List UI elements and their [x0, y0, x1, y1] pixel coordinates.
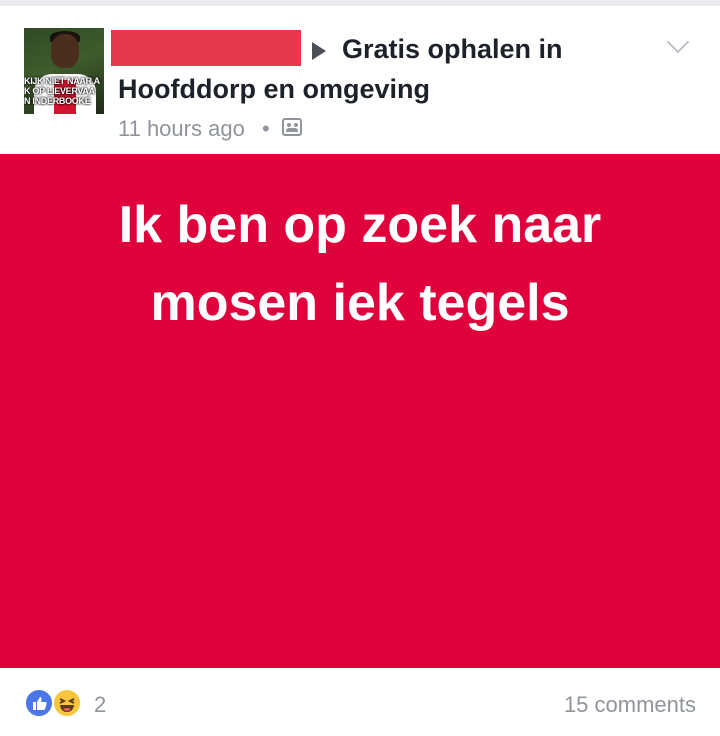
redacted-author-name[interactable]	[111, 30, 301, 66]
comments-count[interactable]: 15 comments	[564, 692, 696, 718]
haha-icon[interactable]	[52, 688, 82, 718]
avatar-caption-line: K OP LIEVERVAA	[24, 86, 95, 96]
group-name-line2[interactable]: Hoofddorp en omgeving	[118, 74, 430, 105]
post-text: Ik ben op zoek naar mosen iek tegels	[0, 186, 720, 342]
like-icon[interactable]	[24, 688, 54, 718]
post-timestamp[interactable]: 11 hours ago	[118, 116, 245, 142]
chevron-down-icon[interactable]	[666, 30, 690, 54]
avatar-face	[51, 34, 79, 68]
like-thumb-glyph	[33, 697, 47, 710]
avatar-caption-line: KIJK NIET NAAR A	[24, 76, 100, 86]
avatar-caption-line: N INDERBOOKE	[24, 96, 91, 106]
avatar-caption: KIJK NIET NAAR A K OP LIEVERVAA N INDERB…	[24, 76, 104, 106]
meta-separator: •	[262, 116, 270, 141]
post-header: KIJK NIET NAAR A K OP LIEVERVAA N INDERB…	[0, 6, 720, 154]
avatar[interactable]: KIJK NIET NAAR A K OP LIEVERVAA N INDERB…	[24, 28, 104, 114]
haha-face-glyph	[59, 698, 75, 712]
arrow-right-icon	[312, 42, 326, 60]
group-icon	[282, 118, 302, 136]
group-name-line1[interactable]: Gratis ophalen in	[342, 34, 563, 65]
post-text-line: Ik ben op zoek naar	[118, 196, 602, 254]
post-footer: 2 15 comments	[0, 668, 720, 736]
reaction-count[interactable]: 2	[94, 692, 106, 718]
post-text-line: mosen iek tegels	[150, 274, 570, 332]
